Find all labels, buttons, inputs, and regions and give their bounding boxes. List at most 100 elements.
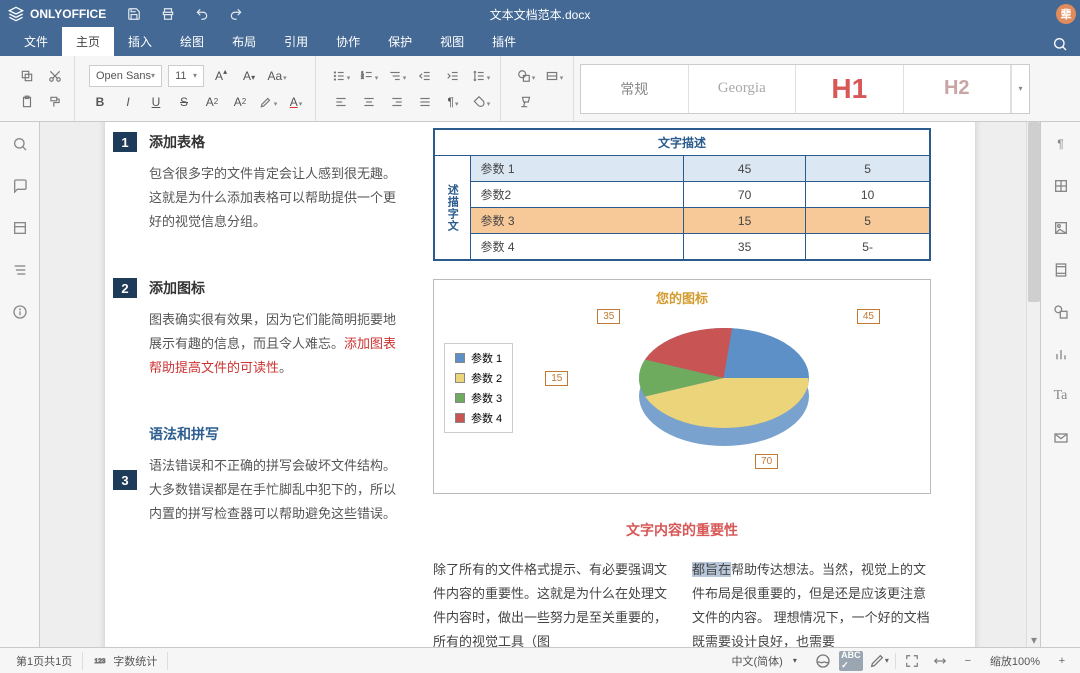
page-indicator[interactable]: 第1页共1页 [6, 652, 83, 670]
scrollbar-thumb[interactable] [1028, 122, 1040, 302]
zoom-level[interactable]: 缩放100% [984, 653, 1046, 669]
track-changes-button[interactable]: ▾ [867, 651, 891, 671]
insert-field-button[interactable]: ▾ [543, 65, 565, 87]
decrease-font-button[interactable]: A▾ [238, 65, 260, 87]
save-button[interactable] [126, 6, 142, 22]
style-normal[interactable]: 常规 [581, 65, 689, 113]
chart-settings-icon[interactable] [1051, 344, 1071, 364]
info-panel-icon[interactable] [10, 302, 30, 322]
tab-file[interactable]: 文件 [10, 27, 62, 56]
redo-button[interactable] [228, 6, 244, 22]
superscript-button[interactable]: A2 [201, 91, 223, 113]
ribbon-toolbar: Open Sans▾ 11▾ A▴ A▾ Aa▾ B I U S A2 A2 ▾… [0, 56, 1080, 122]
mail-merge-settings-icon[interactable] [1051, 428, 1071, 448]
fit-page-button[interactable] [900, 651, 924, 671]
doc-left-column: 1 添加表格 包含很多字的文件肯定会让人感到很无趣。这就是为什么添加表格可以帮助… [149, 124, 399, 647]
table-cell: 5- [806, 234, 930, 261]
bullets-button[interactable]: ▾ [330, 65, 352, 87]
align-justify-button[interactable] [414, 91, 436, 113]
style-georgia[interactable]: Georgia [689, 65, 797, 113]
ribbon-group-clipboard [8, 56, 75, 121]
main-area: 1 添加表格 包含很多字的文件肯定会让人感到很无趣。这就是为什么添加表格可以帮助… [0, 122, 1080, 647]
copy-button[interactable] [16, 65, 38, 87]
indent-increase-button[interactable] [442, 65, 464, 87]
cut-button[interactable] [44, 65, 66, 87]
numbering-button[interactable]: 12▾ [358, 65, 380, 87]
user-avatar[interactable]: 辈 [1056, 4, 1076, 24]
spellcheck-button[interactable]: ABC✓ [839, 651, 863, 671]
print-button[interactable] [160, 6, 176, 22]
style-h1[interactable]: H1 [796, 65, 904, 113]
paste-button[interactable] [16, 91, 38, 113]
nonprinting-button[interactable]: ¶▾ [442, 91, 464, 113]
change-case-button[interactable]: Aa▾ [266, 65, 288, 87]
undo-button[interactable] [194, 6, 210, 22]
bold-button[interactable]: B [89, 91, 111, 113]
style-gallery-dropdown[interactable]: ▾ [1011, 65, 1029, 113]
italic-button[interactable]: I [117, 91, 139, 113]
table-cell: 35 [683, 234, 805, 261]
onlyoffice-logo-icon [8, 6, 24, 22]
headings-panel-icon[interactable] [10, 218, 30, 238]
strike-button[interactable]: S [173, 91, 195, 113]
shape-settings-icon[interactable] [1051, 302, 1071, 322]
tab-home[interactable]: 主页 [62, 27, 114, 56]
tab-protect[interactable]: 保护 [374, 27, 426, 56]
underline-button[interactable]: U [145, 91, 167, 113]
tab-layout[interactable]: 布局 [218, 27, 270, 56]
header-footer-settings-icon[interactable] [1051, 260, 1071, 280]
section-text: 包含很多字的文件肯定会让人感到很无趣。这就是为什么添加表格可以帮助提供一个更好的… [149, 162, 399, 234]
align-left-button[interactable] [330, 91, 352, 113]
spellcheck-toggle[interactable] [811, 651, 835, 671]
font-color-button[interactable]: A▾ [285, 91, 307, 113]
table-cell: 10 [806, 182, 930, 208]
ribbon-group-font: Open Sans▾ 11▾ A▴ A▾ Aa▾ B I U S A2 A2 ▾… [81, 56, 316, 121]
insert-shape-button[interactable]: ▾ [515, 65, 537, 87]
style-h2[interactable]: H2 [904, 65, 1012, 113]
section-number-badge: 1 [113, 132, 137, 152]
style-gallery: 常规 Georgia H1 H2 ▾ [580, 64, 1030, 114]
font-family-select[interactable]: Open Sans▾ [89, 65, 162, 87]
indent-decrease-button[interactable] [414, 65, 436, 87]
multilevel-button[interactable]: ▾ [386, 65, 408, 87]
zoom-in-button[interactable]: + [1050, 651, 1074, 671]
left-side-panel [0, 122, 40, 647]
search-panel-icon[interactable] [10, 134, 30, 154]
tab-insert[interactable]: 插入 [114, 27, 166, 56]
fit-width-button[interactable] [928, 651, 952, 671]
navigation-panel-icon[interactable] [10, 260, 30, 280]
line-spacing-button[interactable]: ▾ [470, 65, 492, 87]
comments-panel-icon[interactable] [10, 176, 30, 196]
section-title: 添加图标 [149, 278, 399, 298]
section-number-badge: 2 [113, 278, 137, 298]
increase-font-button[interactable]: A▴ [210, 65, 232, 87]
shading-button[interactable]: ▾ [470, 91, 492, 113]
tab-references[interactable]: 引用 [270, 27, 322, 56]
section-text: 图表确实很有效果，因为它们能简明扼要地展示有趣的信息，而且令人难忘。添加图表帮助… [149, 308, 399, 380]
font-size-select[interactable]: 11▾ [168, 65, 204, 87]
text-art-settings-icon[interactable]: Ta [1051, 386, 1071, 406]
tab-draw[interactable]: 绘图 [166, 27, 218, 56]
tab-plugins[interactable]: 插件 [478, 27, 530, 56]
align-center-button[interactable] [358, 91, 380, 113]
scrollbar-down-arrow[interactable]: ▾ [1027, 633, 1040, 647]
wordcount-button[interactable]: 123 字数统计 [83, 652, 168, 670]
zoom-out-button[interactable]: − [956, 651, 980, 671]
search-tab-icon[interactable] [1048, 32, 1072, 56]
tab-view[interactable]: 视图 [426, 27, 478, 56]
highlight-color-button[interactable]: ▾ [257, 91, 279, 113]
paragraph-settings-icon[interactable]: ¶ [1051, 134, 1071, 154]
align-right-button[interactable] [386, 91, 408, 113]
vertical-scrollbar[interactable]: ▾ [1026, 122, 1040, 647]
table-settings-icon[interactable] [1051, 176, 1071, 196]
image-settings-icon[interactable] [1051, 218, 1071, 238]
subscript-button[interactable]: A2 [229, 91, 251, 113]
language-select[interactable]: 中文(简体)▾ [722, 652, 807, 670]
format-painter-button[interactable] [44, 91, 66, 113]
table-cell: 5 [806, 208, 930, 234]
clear-format-button[interactable] [515, 91, 537, 113]
table-cell: 参数2 [470, 182, 683, 208]
tab-collab[interactable]: 协作 [322, 27, 374, 56]
document-title: 文本文档范本.docx [490, 6, 591, 23]
document-workspace[interactable]: 1 添加表格 包含很多字的文件肯定会让人感到很无趣。这就是为什么添加表格可以帮助… [40, 122, 1040, 647]
